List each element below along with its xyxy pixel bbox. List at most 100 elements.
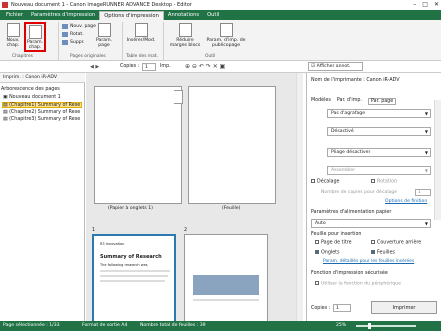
toc-group-label: Table des mat. — [126, 54, 159, 59]
ribbon-tabs: Fichier Paramètres d'impression Options … — [0, 10, 441, 20]
page-caption: (Papier à onglets 1) — [108, 206, 153, 211]
app-icon — [2, 2, 8, 8]
secure-print-checkbox[interactable]: Utiliser la fonction du périphérique — [315, 281, 401, 287]
chapters-group-label: Chapitres — [12, 54, 33, 59]
cover-checkbox[interactable]: Page de titre — [315, 240, 352, 246]
collate-select[interactable]: Assembler ▼ — [327, 166, 431, 175]
status-bar: Page sélectionnée : 1/33 Format de sorti… — [0, 321, 441, 331]
calendar-icon — [219, 23, 233, 37]
print-button[interactable]: Imp. — [160, 64, 171, 69]
copies-input[interactable]: 1 — [333, 304, 351, 312]
window-title: Nouveau document 1 - Canon imageRUNNER A… — [11, 2, 192, 8]
subtab-print-settings[interactable]: Par. d'imp. — [337, 98, 362, 105]
settings-scrollbar[interactable] — [434, 100, 441, 220]
zoom-slider[interactable] — [356, 325, 416, 327]
tabs-checkbox[interactable]: Onglets — [315, 250, 340, 256]
group-separator — [163, 22, 164, 60]
zoom-slider-thumb[interactable] — [368, 323, 371, 329]
close-icon[interactable]: ✕ — [434, 1, 439, 8]
photo-image — [193, 275, 259, 295]
sheet-page[interactable] — [188, 86, 276, 204]
tree-chapter-item[interactable]: ▤ (Chapitre2) Summary of Rese — [3, 110, 80, 116]
publicopage-settings-button[interactable]: Param. d'imp. de publicopage — [206, 23, 246, 48]
reduce-margins-button[interactable]: Réduire marges blocs — [168, 23, 202, 48]
page-caption: (Feuille) — [222, 206, 241, 211]
selected-page-status: Page sélectionnée : 1/33 — [3, 323, 60, 328]
insert-sheet-label: Feuille pour insertion — [311, 232, 362, 237]
page-tree-label: Arborescence des pages — [1, 87, 60, 92]
insert-details-link[interactable]: Param. détaillés pour les feuilles insér… — [323, 259, 414, 264]
new-chapter-icon — [6, 23, 20, 37]
new-chapter-button[interactable]: Nouv. chap. — [4, 23, 22, 48]
option-select[interactable]: Désactivé ▼ — [327, 127, 431, 136]
offset-sets-input[interactable]: 1 — [415, 189, 431, 196]
new-page-icon — [62, 24, 68, 29]
minimize-icon[interactable]: – — [413, 1, 416, 8]
title-bar: Nouveau document 1 - Canon imageRUNNER A… — [0, 0, 441, 10]
copies-label: Copies : — [311, 306, 331, 311]
new-page-button[interactable]: Nouv. page — [62, 24, 96, 29]
tree-chapter-item[interactable]: ▤ (Chapitre1) Summary of Rese — [2, 102, 82, 108]
zoom-level: 25% — [336, 323, 347, 328]
text-line — [100, 270, 170, 272]
page-number: 1 — [92, 228, 96, 233]
tree-root-item[interactable]: ▣ Nouveau document 1 — [3, 95, 61, 101]
tab-annotations[interactable]: Annotations — [164, 11, 203, 20]
offset-sets-label: Nombre de copies pour décalage — [321, 190, 398, 195]
show-annotations-button[interactable]: ☑ Afficher annot. — [308, 62, 363, 71]
page-settings-button[interactable]: Param. page — [93, 23, 115, 48]
rotate-button[interactable]: Rotat. — [62, 32, 84, 37]
tab-print-options[interactable]: Options d'impression — [99, 11, 164, 20]
paper-feed-label: Paramètres d'alimentation papier — [311, 210, 392, 215]
text-line — [100, 280, 165, 282]
subtab-page-settings[interactable]: Par. page — [368, 98, 397, 105]
page-settings-icon — [97, 23, 111, 37]
copies-input[interactable]: 1 — [142, 63, 156, 71]
settings-subtabs: Modèles Par. d'imp. Par. page — [311, 98, 397, 105]
page-number: 2 — [184, 228, 188, 233]
reduce-margins-icon — [178, 23, 192, 37]
tab-print-settings[interactable]: Paramètres d'impression — [27, 11, 99, 20]
tab-paper-page[interactable] — [94, 86, 182, 204]
sheets-checkbox[interactable]: Feuilles — [371, 250, 395, 256]
document-page[interactable]: R3 Innovation Summary of Research The fo… — [92, 234, 176, 324]
window-controls: – □ ✕ — [413, 1, 439, 8]
delete-button[interactable]: Suppr. — [62, 40, 85, 45]
delete-icon — [62, 40, 68, 45]
doc-org: R3 Innovation — [100, 242, 125, 246]
page-preview-area: (Papier à onglets 1) (Feuille) 1 R3 Inno… — [86, 73, 296, 324]
table-of-contents-icon — [134, 23, 148, 37]
toolbar-tool-icons[interactable]: ⊕ ⊖ ↶ ↷ ✕ ▣ — [185, 63, 225, 70]
tool-group-label: Outil — [205, 54, 216, 59]
chapter-settings-icon — [28, 25, 42, 39]
maximize-icon[interactable]: □ — [422, 1, 428, 8]
secure-print-label: Fonction d'impression sécurisée — [311, 271, 388, 276]
copies-label: Copies : — [120, 64, 140, 69]
text-line — [193, 299, 259, 301]
nav-arrows[interactable]: ◀ ▶ — [90, 64, 99, 70]
preview-scrollbar[interactable] — [296, 73, 303, 321]
doc-subtitle: The following research was — [100, 263, 148, 267]
output-format-status: Format de sortie A4 — [82, 323, 128, 328]
total-sheets-status: Nombre total de feuilles : 39 — [140, 323, 206, 328]
text-line — [100, 275, 168, 277]
insert-tab-button[interactable]: Insérer/Mod. — [126, 23, 156, 43]
subtab-templates[interactable]: Modèles — [311, 98, 331, 105]
binding-select[interactable]: Pas d'agrafage ▼ — [327, 109, 431, 118]
printer-name[interactable]: Nom de l'imprimante : Canon iR-ADV — [311, 78, 400, 83]
printer-selector[interactable]: Imprim. : Canon iR-ADV — [0, 73, 85, 83]
back-cover-checkbox[interactable]: Couverture arrière — [371, 240, 421, 246]
change-chapter-button[interactable]: Param. chap. — [24, 22, 46, 52]
paper-feed-select[interactable]: Auto ▼ — [311, 219, 431, 228]
document-page[interactable] — [184, 234, 268, 324]
tab-fichier[interactable]: Fichier — [2, 11, 27, 20]
tab-tool[interactable]: Outil — [203, 11, 223, 20]
finishing-options-link[interactable]: Options de finition — [385, 199, 427, 204]
doc-title: Summary of Research — [100, 254, 162, 260]
offset-checkbox[interactable]: Décalage — [311, 179, 340, 185]
rotation-checkbox[interactable]: Rotation — [371, 179, 397, 185]
tree-chapter-item[interactable]: ▤ (Chapitre3) Summary of Rese — [3, 117, 80, 123]
folding-select[interactable]: Pliage désactiver ▼ — [327, 148, 431, 157]
print-button[interactable]: Imprimer — [371, 301, 437, 314]
group-separator — [122, 22, 123, 60]
